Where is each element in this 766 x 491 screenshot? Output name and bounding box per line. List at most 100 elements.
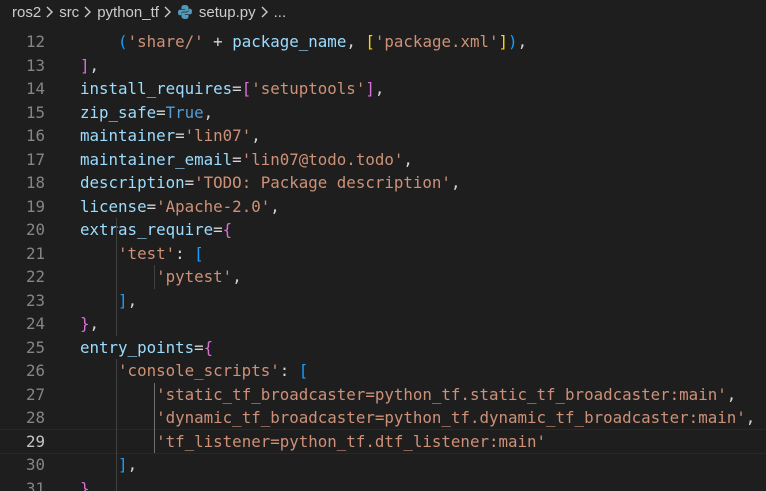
- breadcrumb-item-python-tf[interactable]: python_tf: [97, 4, 159, 21]
- code-token: [: [194, 243, 204, 263]
- code-line[interactable]: 13],: [0, 54, 766, 78]
- code-token: }: [80, 314, 90, 333]
- code-line[interactable]: 28 'dynamic_tf_broadcaster=python_tf.dyn…: [0, 406, 766, 430]
- line-number: 14: [25, 79, 45, 98]
- code-text: entry_points={: [80, 336, 213, 360]
- code-token: 'package.xml': [374, 32, 499, 51]
- code-token: 'test': [118, 243, 176, 263]
- code-text: ('share/' + package_name, ['package.xml'…: [80, 30, 527, 54]
- code-token: ,: [270, 196, 280, 216]
- code-line[interactable]: 27 'static_tf_broadcaster=python_tf.stat…: [0, 383, 766, 407]
- code-line[interactable]: 20 extras_require={: [0, 218, 766, 242]
- code-token: ]: [498, 32, 509, 51]
- line-number: 19: [25, 196, 45, 216]
- code-token: install_requires: [80, 79, 233, 98]
- line-number: 16: [25, 126, 45, 145]
- code-text: 'test': [: [80, 242, 204, 266]
- code-line[interactable]: 16 maintainer='lin07',: [0, 124, 766, 148]
- line-number: 24: [25, 314, 45, 333]
- line-number: 12: [25, 32, 45, 51]
- code-text: extras_require={: [80, 218, 232, 242]
- code-token: {: [203, 337, 214, 357]
- code-token: ,: [89, 55, 100, 75]
- code-text: description='TODO: Package description',: [80, 171, 460, 195]
- code-line[interactable]: 23 ],: [0, 289, 766, 313]
- code-line[interactable]: 25 entry_points={: [0, 336, 766, 360]
- code-token: ]: [118, 290, 128, 310]
- code-token: ,: [127, 290, 138, 310]
- code-token: 'dynamic_tf_broadcaster=python_tf.dynami…: [156, 408, 746, 427]
- code-token: ,: [450, 173, 461, 192]
- code-token: 'tf_listener=python_tf.dtf_listener:main…: [156, 431, 547, 451]
- code-token: (: [118, 32, 128, 51]
- code-token: ,: [403, 149, 413, 169]
- code-line[interactable]: 15 zip_safe=True,: [0, 101, 766, 125]
- code-token: 'Apache-2.0': [156, 196, 271, 216]
- code-line[interactable]: 18 description='TODO: Package description…: [0, 171, 766, 195]
- code-line[interactable]: 29 'tf_listener=python_tf.dtf_listener:m…: [0, 428, 766, 454]
- code-token: 'static_tf_broadcaster=python_tf.static_…: [156, 384, 727, 404]
- line-number: 21: [25, 243, 45, 263]
- code-line[interactable]: 17 maintainer_email='lin07@todo.todo',: [0, 148, 766, 172]
- breadcrumb: ros2 src python_tf setup.py ...: [0, 0, 766, 24]
- code-token: 'TODO: Package description': [194, 173, 451, 192]
- code-line[interactable]: 24},: [0, 312, 766, 336]
- code-text: ],: [80, 289, 137, 313]
- indent-guide: [116, 359, 117, 491]
- code-line[interactable]: 31}: [0, 477, 766, 491]
- code-token: [: [298, 361, 309, 380]
- code-token: ,: [745, 408, 756, 427]
- code-token: ,: [203, 102, 214, 122]
- code-token: {: [222, 220, 233, 239]
- line-number: 31: [25, 478, 45, 491]
- code-line[interactable]: 30 ],: [0, 453, 766, 477]
- code-token: :: [279, 361, 299, 380]
- chevron-right-icon: [163, 5, 173, 19]
- code-token: 'lin07@todo.todo': [241, 149, 404, 169]
- code-token: ,: [232, 267, 242, 286]
- code-text: maintainer_email='lin07@todo.todo',: [80, 148, 413, 172]
- breadcrumb-file-setup-py[interactable]: setup.py: [199, 4, 256, 21]
- code-token: 'pytest': [156, 267, 233, 286]
- code-token: [: [365, 32, 375, 51]
- code-token: =: [232, 79, 242, 98]
- line-number: 25: [25, 337, 45, 357]
- line-number: 23: [25, 290, 45, 310]
- code-token: ,: [251, 126, 261, 145]
- code-line[interactable]: 26 'console_scripts': [: [0, 359, 766, 383]
- code-token: maintainer_email: [80, 149, 233, 169]
- code-token: extras_require: [80, 220, 214, 239]
- code-token: ,: [374, 79, 385, 98]
- code-text: ],: [80, 54, 99, 78]
- code-editor[interactable]: [ ... ]), 12 ('share/' + package_name, […: [0, 30, 766, 491]
- code-line[interactable]: 19 license='Apache-2.0',: [0, 195, 766, 219]
- code-line[interactable]: 12 ('share/' + package_name, ['package.x…: [0, 30, 766, 54]
- code-line[interactable]: 21 'test': [: [0, 242, 766, 266]
- code-token: =: [213, 220, 223, 239]
- code-line[interactable]: 22 'pytest',: [0, 265, 766, 289]
- code-text: 'dynamic_tf_broadcaster=python_tf.dynami…: [80, 406, 755, 430]
- breadcrumb-ellipsis[interactable]: ...: [274, 4, 287, 21]
- python-file-icon: [177, 4, 193, 20]
- code-token: =: [194, 337, 204, 357]
- line-number: 30: [25, 455, 45, 474]
- code-token: package_name: [232, 32, 347, 51]
- chevron-right-icon: [260, 5, 270, 19]
- indent-guide: [154, 265, 155, 289]
- code-line[interactable]: 14 install_requires=['setuptools'],: [0, 77, 766, 101]
- breadcrumb-item-ros2[interactable]: ros2: [12, 4, 41, 21]
- line-number: 17: [25, 149, 45, 169]
- indent-guide: [154, 382, 155, 453]
- code-token: ,: [517, 32, 528, 51]
- code-token: zip_safe: [80, 102, 157, 122]
- line-number: 26: [25, 361, 45, 380]
- code-token: =: [232, 149, 242, 169]
- breadcrumb-item-src[interactable]: src: [59, 4, 79, 21]
- code-text: maintainer='lin07',: [80, 124, 261, 148]
- code-text: 'pytest',: [80, 265, 242, 289]
